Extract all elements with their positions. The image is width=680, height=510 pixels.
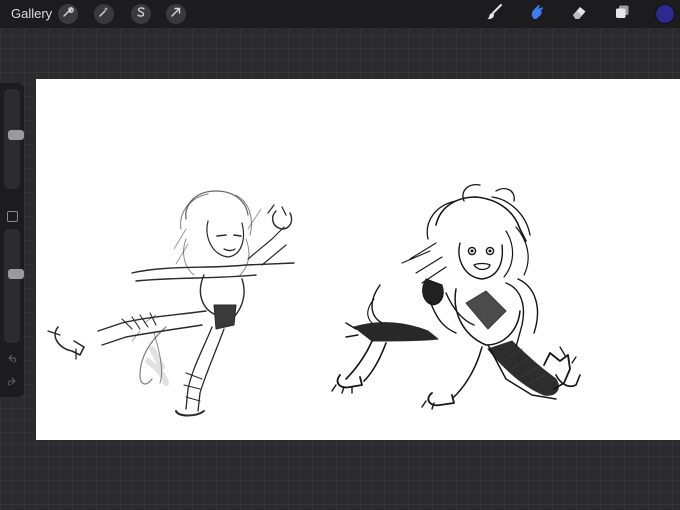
layers-button[interactable] xyxy=(612,4,632,24)
smudge-finger-icon xyxy=(528,3,546,26)
brush-size-thumb[interactable] xyxy=(8,129,24,140)
magic-wand-icon xyxy=(98,5,110,23)
arrow-cursor-icon xyxy=(170,5,182,23)
sketch-artwork xyxy=(47,184,581,417)
actions-button[interactable] xyxy=(58,4,78,24)
selection-s-icon xyxy=(135,5,147,23)
redo-arrow-icon xyxy=(6,375,18,393)
brush-size-slider[interactable] xyxy=(4,89,24,189)
right-character-sketch xyxy=(331,184,581,410)
wrench-icon xyxy=(62,5,74,23)
adjustments-button[interactable] xyxy=(94,4,114,24)
undo-button[interactable] xyxy=(5,354,19,368)
eraser-tool-button[interactable] xyxy=(569,4,589,24)
redo-button[interactable] xyxy=(5,377,19,391)
brush-icon xyxy=(485,3,503,26)
top-toolbar: Gallery xyxy=(0,0,680,28)
smudge-tool-button[interactable] xyxy=(527,4,547,24)
color-picker-button[interactable] xyxy=(656,5,674,23)
gallery-button[interactable]: Gallery xyxy=(11,6,52,21)
undo-arrow-icon xyxy=(6,352,18,370)
selection-button[interactable] xyxy=(131,4,151,24)
layers-icon xyxy=(613,3,631,26)
transform-button[interactable] xyxy=(166,4,186,24)
left-character-sketch xyxy=(47,190,295,417)
side-toolbar xyxy=(0,83,24,397)
brush-tool-button[interactable] xyxy=(484,3,504,26)
opacity-thumb[interactable] xyxy=(8,268,24,279)
drawing-canvas[interactable] xyxy=(36,79,680,440)
modify-button[interactable] xyxy=(7,211,18,222)
eraser-icon xyxy=(570,3,588,26)
opacity-slider[interactable] xyxy=(4,229,24,343)
